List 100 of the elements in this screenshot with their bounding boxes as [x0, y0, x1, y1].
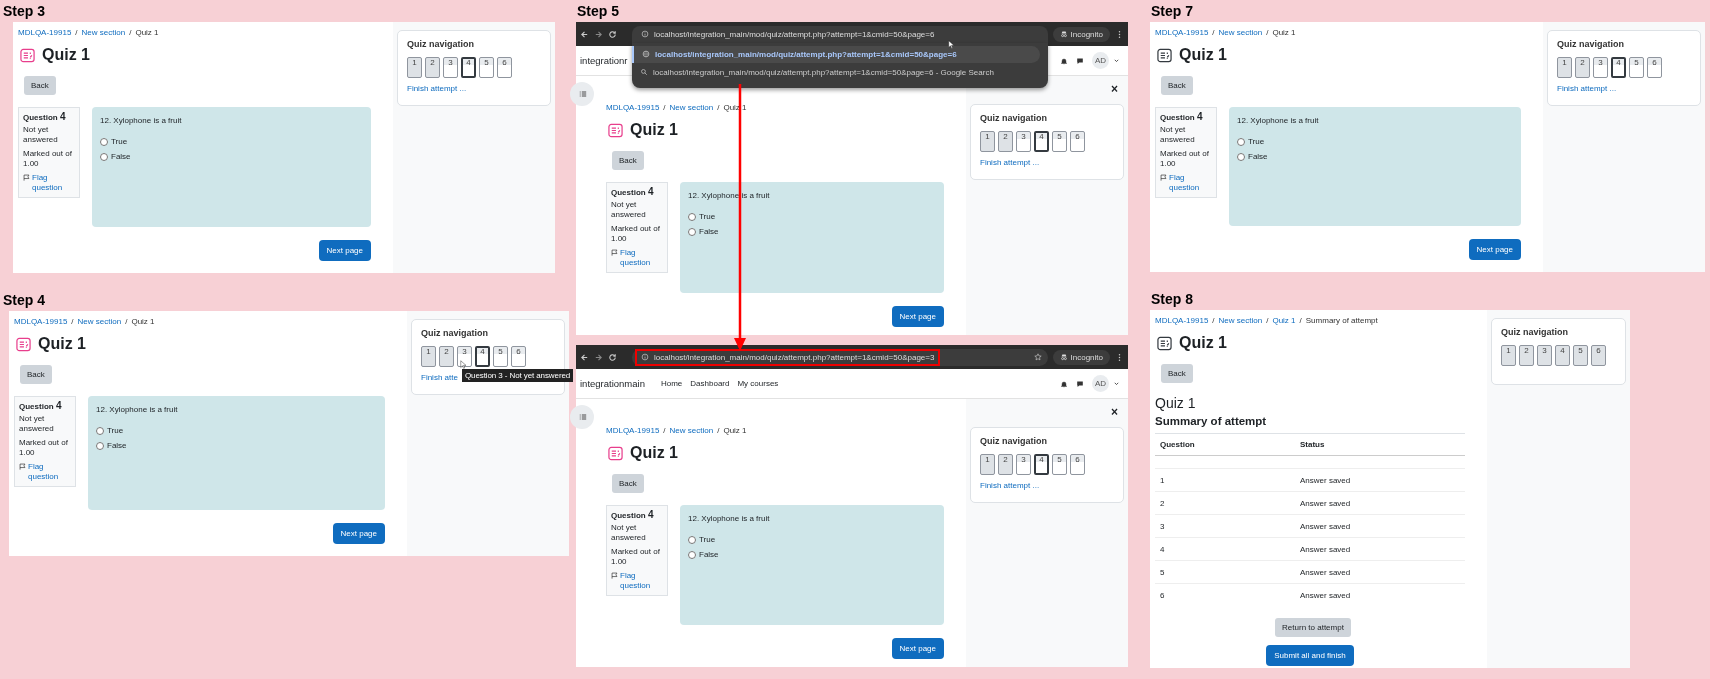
breadcrumb-link[interactable]: New section: [669, 102, 714, 113]
question-nav-button[interactable]: 1: [980, 131, 995, 152]
user-avatar[interactable]: AD: [1092, 52, 1109, 69]
question-nav-button[interactable]: 2: [1575, 57, 1590, 78]
site-name[interactable]: integrationmain: [580, 378, 645, 389]
back-icon[interactable]: [580, 352, 589, 362]
breadcrumb-link[interactable]: Quiz 1: [1272, 315, 1296, 326]
option-label[interactable]: False: [1248, 152, 1268, 161]
nav-link[interactable]: My courses: [737, 379, 779, 388]
question-nav-button[interactable]: 2: [439, 346, 454, 367]
user-avatar[interactable]: AD: [1092, 375, 1109, 392]
submit-button[interactable]: Submit all and finish: [1266, 645, 1354, 666]
question-nav-button[interactable]: 4: [461, 57, 476, 78]
radio-button[interactable]: [96, 426, 104, 435]
flag-question-link[interactable]: Flag question: [32, 173, 75, 193]
question-nav-button[interactable]: 6: [1591, 345, 1606, 366]
bell-icon[interactable]: [1060, 56, 1068, 65]
question-nav-button[interactable]: 2: [1519, 345, 1534, 366]
option-label[interactable]: True: [699, 212, 716, 221]
radio-button[interactable]: [688, 227, 696, 236]
question-nav-button[interactable]: 1: [1557, 57, 1572, 78]
question-nav-button[interactable]: 4: [1555, 345, 1570, 366]
option-label[interactable]: False: [699, 550, 719, 559]
chat-icon[interactable]: [1076, 56, 1084, 65]
question-nav-button[interactable]: 3: [1593, 57, 1608, 78]
breadcrumb-link[interactable]: New section: [669, 425, 714, 436]
question-nav-button[interactable]: 5: [1052, 454, 1067, 475]
nav-link[interactable]: Dashboard: [690, 379, 730, 388]
next-page-button[interactable]: Next page: [332, 523, 385, 544]
radio-button[interactable]: [1237, 152, 1245, 161]
back-button[interactable]: Back: [1161, 76, 1193, 95]
question-nav-button[interactable]: 1: [1501, 345, 1516, 366]
breadcrumb-link[interactable]: MDLQA-19915: [606, 425, 660, 436]
nav-link[interactable]: Home: [660, 379, 683, 388]
radio-button[interactable]: [100, 152, 108, 161]
option-label[interactable]: False: [699, 227, 719, 236]
site-info-icon[interactable]: [641, 30, 649, 38]
back-button[interactable]: Back: [20, 365, 52, 384]
flag-question-link[interactable]: Flag question: [1169, 173, 1212, 193]
site-info-icon[interactable]: [641, 353, 649, 361]
question-nav-button[interactable]: 4: [1034, 131, 1049, 152]
radio-button[interactable]: [1237, 137, 1245, 146]
forward-icon[interactable]: [594, 29, 603, 39]
question-nav-button[interactable]: 2: [998, 131, 1013, 152]
incognito-chip[interactable]: Incognito: [1052, 349, 1110, 365]
flag-question-link[interactable]: Flag question: [620, 248, 663, 268]
question-nav-button[interactable]: 3: [1537, 345, 1552, 366]
breadcrumb-link[interactable]: MDLQA-19915: [606, 102, 660, 113]
close-button[interactable]: ×: [1111, 405, 1118, 427]
radio-button[interactable]: [100, 137, 108, 146]
reload-icon[interactable]: [608, 352, 617, 362]
finish-attempt-link[interactable]: Finish attempt ...: [1557, 84, 1691, 93]
radio-button[interactable]: [96, 441, 104, 450]
breadcrumb-link[interactable]: MDLQA-19915: [1155, 315, 1209, 326]
breadcrumb-link[interactable]: New section: [1218, 27, 1263, 38]
breadcrumb-link[interactable]: New section: [81, 27, 126, 38]
question-nav-button[interactable]: 4: [1034, 454, 1049, 475]
option-label[interactable]: True: [1248, 137, 1265, 146]
flag-question-link[interactable]: Flag question: [28, 462, 71, 482]
question-nav-button[interactable]: 3: [1016, 454, 1031, 475]
radio-button[interactable]: [688, 550, 696, 559]
question-nav-button[interactable]: 1: [980, 454, 995, 475]
question-nav-button[interactable]: 3: [1016, 131, 1031, 152]
next-page-button[interactable]: Next page: [1468, 239, 1521, 260]
option-label[interactable]: False: [111, 152, 131, 161]
question-nav-button[interactable]: 6: [1070, 131, 1085, 152]
sidebar-toggle-button[interactable]: [570, 405, 594, 429]
bell-icon[interactable]: [1060, 379, 1068, 388]
chat-icon[interactable]: [1076, 379, 1084, 388]
question-nav-button[interactable]: 1: [407, 57, 422, 78]
caret-icon[interactable]: [1113, 57, 1120, 64]
site-name[interactable]: integrationr: [580, 55, 628, 66]
breadcrumb-link[interactable]: MDLQA-19915: [14, 316, 68, 327]
finish-attempt-link[interactable]: Finish attempt ...: [980, 158, 1114, 167]
radio-button[interactable]: [688, 535, 696, 544]
next-page-button[interactable]: Next page: [891, 306, 944, 327]
question-nav-button[interactable]: 5: [493, 346, 508, 367]
option-label[interactable]: True: [111, 137, 128, 146]
question-nav-button[interactable]: 2: [998, 454, 1013, 475]
option-label[interactable]: False: [107, 441, 127, 450]
next-page-button[interactable]: Next page: [891, 638, 944, 659]
question-nav-button[interactable]: 5: [479, 57, 494, 78]
back-button[interactable]: Back: [612, 474, 644, 493]
question-nav-button[interactable]: 6: [1647, 57, 1662, 78]
question-nav-button[interactable]: 6: [1070, 454, 1085, 475]
breadcrumb-link[interactable]: New section: [77, 316, 122, 327]
option-label[interactable]: True: [699, 535, 716, 544]
option-label[interactable]: True: [107, 426, 124, 435]
back-button[interactable]: Back: [24, 76, 56, 95]
back-icon[interactable]: [580, 29, 589, 39]
question-nav-button[interactable]: 5: [1629, 57, 1644, 78]
question-nav-button[interactable]: 6: [511, 346, 526, 367]
incognito-chip[interactable]: Incognito: [1052, 26, 1110, 42]
radio-button[interactable]: [688, 212, 696, 221]
question-nav-button[interactable]: 5: [1052, 131, 1067, 152]
suggestion-item[interactable]: localhost/integration_main/mod/quiz/attempt.php?attempt=1&cmid=50&page=6: [632, 45, 1040, 63]
question-nav-button[interactable]: 4: [475, 346, 490, 367]
back-button[interactable]: Back: [1161, 364, 1193, 383]
breadcrumb-link[interactable]: MDLQA-19915: [1155, 27, 1209, 38]
return-to-attempt-button[interactable]: Return to attempt: [1275, 618, 1351, 637]
